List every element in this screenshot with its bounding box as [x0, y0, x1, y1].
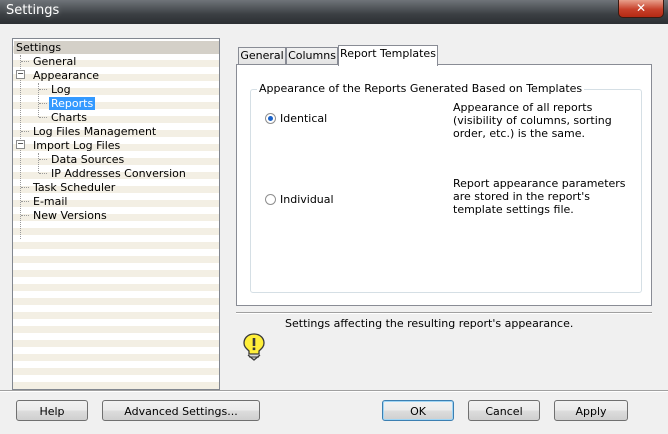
settings-tree[interactable]: Settings General − Appearance Log Report…: [12, 38, 220, 390]
tab-columns[interactable]: Columns: [286, 47, 338, 65]
tab-general[interactable]: General: [238, 47, 286, 65]
radio-checked-dot: [268, 116, 273, 121]
panel-divider: [236, 312, 652, 314]
collapse-icon[interactable]: −: [16, 140, 25, 149]
tree-connector: [39, 103, 47, 104]
apply-button[interactable]: Apply: [554, 400, 628, 421]
tree-root[interactable]: Settings: [14, 41, 219, 54]
tree-connector: [21, 131, 29, 132]
identical-radio[interactable]: [265, 113, 276, 124]
tree-item-reports[interactable]: Reports: [49, 97, 96, 110]
collapse-icon[interactable]: −: [16, 70, 25, 79]
close-icon: ✕: [635, 1, 647, 15]
tree-connector: [21, 187, 29, 188]
tree-item-log-files-management[interactable]: Log Files Management: [33, 125, 156, 138]
info-text: Settings affecting the resulting report'…: [285, 317, 574, 330]
individual-description: Report appearance parameters are stored …: [453, 177, 626, 216]
advanced-settings-button[interactable]: Advanced Settings...: [102, 400, 260, 421]
tree-item-ip-addresses-conversion[interactable]: IP Addresses Conversion: [51, 167, 186, 180]
tree-connector: [21, 61, 29, 62]
tree-item-data-sources[interactable]: Data Sources: [51, 153, 124, 166]
groupbox-title: Appearance of the Reports Generated Base…: [257, 82, 585, 95]
tree-item-new-versions[interactable]: New Versions: [33, 209, 107, 222]
cancel-button[interactable]: Cancel: [468, 400, 540, 421]
tree-item-log[interactable]: Log: [51, 83, 71, 96]
dialog-client-area: Settings General − Appearance Log Report…: [0, 24, 668, 434]
tree-connector: [39, 173, 47, 174]
tree-connector: [21, 215, 29, 216]
bottom-divider: [0, 390, 668, 392]
tree-connector: [21, 201, 29, 202]
identical-label[interactable]: Identical: [280, 112, 327, 125]
tree-connector: [38, 153, 39, 173]
identical-description: Appearance of all reports (visibility of…: [453, 101, 612, 140]
individual-label[interactable]: Individual: [280, 193, 334, 206]
tree-item-import-log-files[interactable]: Import Log Files: [33, 139, 120, 152]
tree-item-charts[interactable]: Charts: [51, 111, 87, 124]
tree-item-general[interactable]: General: [33, 55, 76, 68]
tree-item-e-mail[interactable]: E-mail: [33, 195, 68, 208]
tree-connector: [39, 89, 47, 90]
ok-button[interactable]: OK: [382, 400, 454, 421]
title-bar: Settings ✕: [0, 0, 668, 24]
window-title: Settings: [6, 3, 60, 18]
tree-item-task-scheduler[interactable]: Task Scheduler: [33, 181, 115, 194]
help-button[interactable]: Help: [16, 400, 88, 421]
tree-item-appearance[interactable]: Appearance: [33, 69, 99, 82]
lightbulb-icon: [243, 333, 265, 361]
tab-report-templates[interactable]: Report Templates: [338, 45, 438, 66]
tree-connector: [39, 159, 47, 160]
tree-connector: [39, 117, 47, 118]
close-button[interactable]: ✕: [618, 0, 664, 18]
individual-radio[interactable]: [265, 194, 276, 205]
